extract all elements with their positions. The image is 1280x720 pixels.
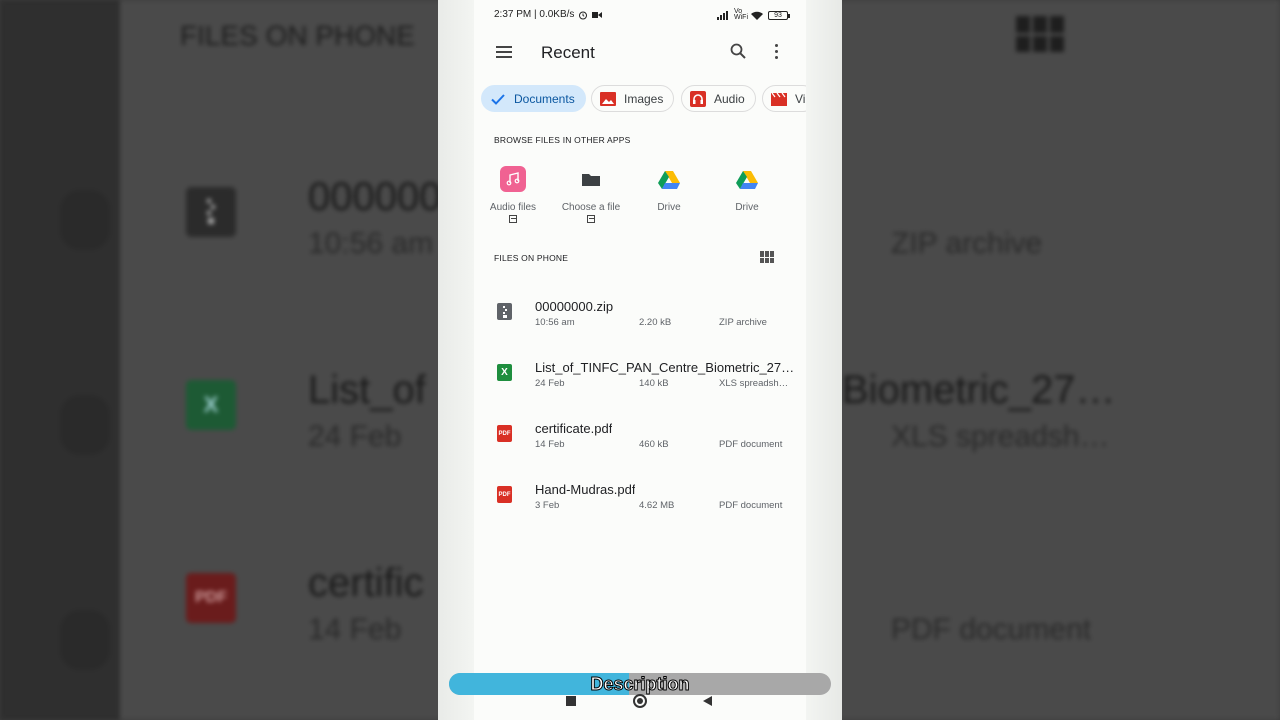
app-label: Audio files xyxy=(489,202,537,213)
app-drive-1[interactable]: Drive xyxy=(630,162,708,213)
wifi-icon xyxy=(751,11,763,20)
category-chips: Documents Images Audio Vi xyxy=(481,85,806,113)
xls-icon: X xyxy=(497,364,512,381)
file-list: 00000000.zip 10:56 am 2.20 kB ZIP archiv… xyxy=(474,285,806,529)
headphones-icon xyxy=(690,90,706,107)
files-app: 2:37 PM | 0.0KB/s Vo WiFi 93 Recent Docu… xyxy=(474,0,806,720)
file-type: PDF document xyxy=(719,500,783,511)
chip-documents[interactable]: Documents xyxy=(481,85,586,112)
file-type: ZIP archive xyxy=(719,317,767,328)
app-audio-files[interactable]: Audio files xyxy=(474,162,552,223)
background-grid-view-icon xyxy=(1016,16,1064,52)
file-type: PDF document xyxy=(719,439,783,450)
xls-icon: X xyxy=(186,380,236,430)
alarm-icon xyxy=(579,11,588,19)
zip-icon xyxy=(186,187,236,237)
battery-icon: 93 xyxy=(768,10,790,20)
grid-view-icon[interactable] xyxy=(760,251,774,263)
status-bar: 2:37 PM | 0.0KB/s xyxy=(494,9,603,20)
file-name: certificate.pdf xyxy=(535,421,613,436)
home-button[interactable] xyxy=(633,694,647,708)
file-name: Hand-Mudras.pdf xyxy=(535,482,636,497)
folder-icon xyxy=(578,166,604,192)
file-row[interactable]: X List_of_TINFC_PAN_Centre_Biometric_27…… xyxy=(474,346,806,407)
external-link-icon xyxy=(509,215,517,223)
page-title: Recent xyxy=(541,43,595,62)
more-options-icon[interactable] xyxy=(774,44,780,60)
file-row[interactable]: 00000000.zip 10:56 am 2.20 kB ZIP archiv… xyxy=(474,285,806,346)
video-icon xyxy=(771,92,787,106)
file-size: 460 kB xyxy=(639,439,669,450)
phone-screen: 2:37 PM | 0.0KB/s Vo WiFi 93 Recent Docu… xyxy=(438,0,842,720)
system-nav-bar xyxy=(438,692,842,710)
file-size: 2.20 kB xyxy=(639,317,672,328)
app-choose-file[interactable]: Choose a file xyxy=(552,162,630,223)
image-icon xyxy=(600,91,616,106)
file-date: 3 Feb xyxy=(535,500,560,511)
signal-icon xyxy=(717,10,728,20)
zip-icon xyxy=(497,303,512,320)
menu-icon[interactable] xyxy=(496,46,512,58)
file-name: 00000000.zip xyxy=(535,299,614,314)
pdf-icon: PDF xyxy=(186,573,236,623)
app-label: Drive xyxy=(657,202,681,213)
file-size: 4.62 MB xyxy=(639,500,675,511)
file-type: XLS spreadsh… xyxy=(719,378,789,389)
app-label: Drive xyxy=(735,202,759,213)
music-note-icon xyxy=(500,166,526,192)
chip-videos[interactable]: Vi xyxy=(762,85,806,112)
video-frame: FILES ON PHONE 000000 10:56 am ZIP archi… xyxy=(0,0,1280,720)
external-link-icon xyxy=(587,215,595,223)
file-size: 140 kB xyxy=(639,378,669,389)
file-date: 10:56 am xyxy=(535,317,575,328)
google-drive-icon xyxy=(734,166,760,192)
volte-label: Vo WiFi xyxy=(734,8,748,21)
status-icons: Vo WiFi 93 xyxy=(717,8,790,21)
file-date: 24 Feb xyxy=(535,378,565,389)
browse-apps-row: Audio files Choose a file Drive Drive xyxy=(474,162,806,232)
background-section-title: FILES ON PHONE xyxy=(180,20,415,51)
google-drive-icon xyxy=(656,166,682,192)
pdf-icon: PDF xyxy=(497,486,512,503)
back-button[interactable] xyxy=(703,696,712,706)
background-left-shadow xyxy=(0,0,120,720)
check-icon xyxy=(491,93,505,105)
files-section-label: FILES ON PHONE xyxy=(494,253,569,263)
search-icon[interactable] xyxy=(730,43,746,59)
video-camera-icon xyxy=(592,11,603,18)
app-drive-2[interactable]: Drive xyxy=(708,162,786,213)
file-name: List_of_TINFC_PAN_Centre_Biometric_27… xyxy=(535,360,795,375)
recents-button[interactable] xyxy=(566,696,576,706)
file-row[interactable]: PDF certificate.pdf 14 Feb 460 kB PDF do… xyxy=(474,407,806,468)
chip-audio[interactable]: Audio xyxy=(681,85,756,112)
app-label: Choose a file xyxy=(561,202,621,213)
app-bar: Recent xyxy=(474,36,806,70)
chip-images[interactable]: Images xyxy=(591,85,675,112)
file-row[interactable]: PDF Hand-Mudras.pdf 3 Feb 4.62 MB PDF do… xyxy=(474,468,806,529)
status-time: 2:37 PM | 0.0KB/s xyxy=(494,9,575,20)
pdf-icon: PDF xyxy=(497,425,512,442)
browse-section-label: BROWSE FILES IN OTHER APPS xyxy=(494,135,631,145)
file-date: 14 Feb xyxy=(535,439,565,450)
